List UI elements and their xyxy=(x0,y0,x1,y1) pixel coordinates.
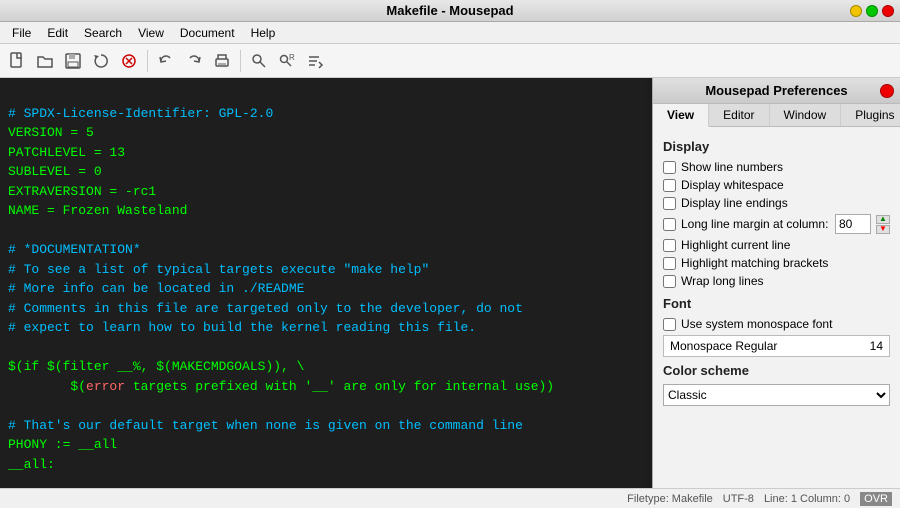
encoding-status: UTF-8 xyxy=(723,493,754,505)
display-whitespace-label: Display whitespace xyxy=(681,178,784,192)
separator-2 xyxy=(240,50,241,72)
menu-bar: File Edit Search View Document Help xyxy=(0,22,900,44)
highlight-current-line-row: Highlight current line xyxy=(663,238,890,252)
save-button[interactable] xyxy=(60,48,86,74)
show-line-numbers-checkbox[interactable] xyxy=(663,161,676,174)
status-bar: Filetype: Makefile UTF-8 Line: 1 Column:… xyxy=(0,488,900,508)
prefs-title: Mousepad Preferences xyxy=(705,83,847,98)
margin-spin-up[interactable]: ▲ xyxy=(876,215,890,224)
long-line-margin-checkbox[interactable] xyxy=(663,218,676,231)
show-line-numbers-label: Show line numbers xyxy=(681,160,783,174)
prefs-tabs: View Editor Window Plugins xyxy=(653,104,900,127)
highlight-matching-brackets-checkbox[interactable] xyxy=(663,257,676,270)
find-replace-button[interactable]: R xyxy=(274,48,300,74)
goto-button[interactable] xyxy=(302,48,328,74)
use-system-font-label: Use system monospace font xyxy=(681,317,832,331)
tab-editor[interactable]: Editor xyxy=(709,104,769,126)
display-whitespace-row: Display whitespace xyxy=(663,178,890,192)
font-section-title: Font xyxy=(663,296,890,311)
title-bar: Makefile - Mousepad xyxy=(0,0,900,22)
color-scheme-section-title: Color scheme xyxy=(663,363,890,378)
undo-button[interactable] xyxy=(153,48,179,74)
long-line-margin-label: Long line margin at column: xyxy=(681,217,830,231)
menu-edit[interactable]: Edit xyxy=(39,24,76,42)
tab-view[interactable]: View xyxy=(653,104,709,127)
close-button[interactable] xyxy=(882,5,894,17)
color-scheme-select[interactable]: Classic Cobalt Kate Oblivion Solarized D… xyxy=(663,384,890,406)
highlight-matching-brackets-row: Highlight matching brackets xyxy=(663,256,890,270)
show-line-numbers-row: Show line numbers xyxy=(663,160,890,174)
preferences-panel: Mousepad Preferences View Editor Window … xyxy=(652,78,900,488)
menu-document[interactable]: Document xyxy=(172,24,243,42)
open-button[interactable] xyxy=(32,48,58,74)
close-doc-button[interactable] xyxy=(116,48,142,74)
long-line-margin-input[interactable] xyxy=(835,214,871,234)
wrap-long-lines-label: Wrap long lines xyxy=(681,274,764,288)
prefs-title-bar: Mousepad Preferences xyxy=(653,78,900,104)
code-editor[interactable]: # SPDX-License-Identifier: GPL-2.0 VERSI… xyxy=(0,78,652,488)
mode-status: OVR xyxy=(860,492,892,506)
wrap-long-lines-row: Wrap long lines xyxy=(663,274,890,288)
highlight-current-line-label: Highlight current line xyxy=(681,238,790,252)
menu-view[interactable]: View xyxy=(130,24,172,42)
margin-spin-down[interactable]: ▼ xyxy=(876,225,890,234)
prefs-close-button[interactable] xyxy=(880,84,894,98)
tab-window[interactable]: Window xyxy=(770,104,842,126)
tab-plugins[interactable]: Plugins xyxy=(841,104,900,126)
print-button[interactable] xyxy=(209,48,235,74)
long-line-margin-spinners: ▲ ▼ xyxy=(876,215,890,234)
color-scheme-row: Classic Cobalt Kate Oblivion Solarized D… xyxy=(663,384,890,406)
toolbar: R xyxy=(0,44,900,78)
svg-text:R: R xyxy=(289,53,295,62)
menu-file[interactable]: File xyxy=(4,24,39,42)
highlight-current-line-checkbox[interactable] xyxy=(663,239,676,252)
long-line-margin-row: Long line margin at column: ▲ ▼ xyxy=(663,214,890,234)
display-section-title: Display xyxy=(663,139,890,154)
minimize-button[interactable] xyxy=(850,5,862,17)
menu-search[interactable]: Search xyxy=(76,24,130,42)
separator-1 xyxy=(147,50,148,72)
redo-button[interactable] xyxy=(181,48,207,74)
search-button[interactable] xyxy=(246,48,272,74)
display-whitespace-checkbox[interactable] xyxy=(663,179,676,192)
main-area: # SPDX-License-Identifier: GPL-2.0 VERSI… xyxy=(0,78,900,488)
display-line-endings-label: Display line endings xyxy=(681,196,788,210)
font-display-row[interactable]: Monospace Regular 14 xyxy=(663,335,890,357)
wrap-long-lines-checkbox[interactable] xyxy=(663,275,676,288)
use-system-font-checkbox[interactable] xyxy=(663,318,676,331)
maximize-button[interactable] xyxy=(866,5,878,17)
display-line-endings-checkbox[interactable] xyxy=(663,197,676,210)
window-title: Makefile - Mousepad xyxy=(386,3,513,18)
display-line-endings-row: Display line endings xyxy=(663,196,890,210)
highlight-matching-brackets-label: Highlight matching brackets xyxy=(681,256,828,270)
prefs-content: Display Show line numbers Display whites… xyxy=(653,127,900,488)
window-controls xyxy=(850,5,894,17)
position-status: Line: 1 Column: 0 xyxy=(764,493,850,505)
use-system-font-row: Use system monospace font xyxy=(663,317,890,331)
new-button[interactable] xyxy=(4,48,30,74)
font-size-label: 14 xyxy=(870,339,883,353)
filetype-status: Filetype: Makefile xyxy=(627,493,713,505)
font-name-label: Monospace Regular xyxy=(670,339,777,353)
reload-button[interactable] xyxy=(88,48,114,74)
menu-help[interactable]: Help xyxy=(243,24,284,42)
